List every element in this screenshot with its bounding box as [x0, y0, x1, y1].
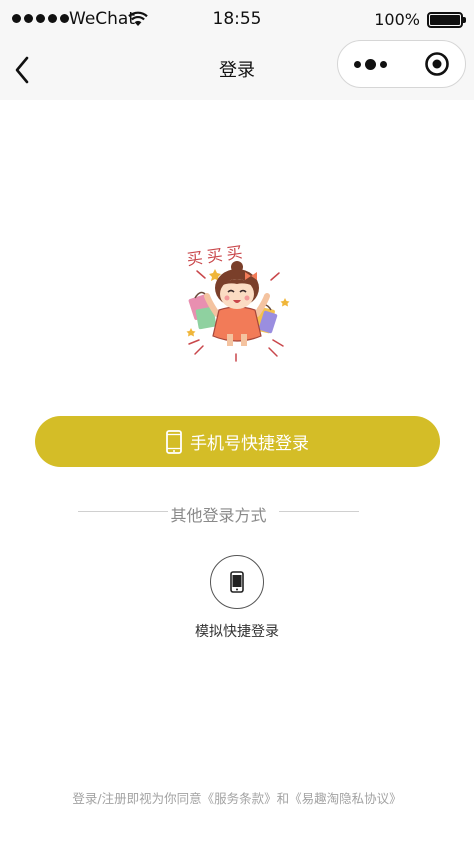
other-login-methods-label: 其他登录方式 [168, 506, 269, 525]
agreement-prefix: 登录/注册即视为你同意 [72, 791, 202, 806]
simulate-login-button[interactable] [210, 555, 264, 609]
privacy-policy-link[interactable]: 《易趣淘隐私协议》 [289, 791, 402, 806]
more-button[interactable] [338, 41, 402, 87]
shopping-girl-illustration: 买买买 [186, 242, 290, 362]
phone-quick-login-label: 手机号快捷登录 [190, 434, 309, 454]
mobile-phone-icon [166, 429, 182, 454]
status-bar: WeChat 18:55 100% [0, 0, 474, 40]
navigation-bar: 登录 [0, 40, 474, 100]
phone-quick-login-button[interactable]: 手机号快捷登录 [35, 416, 440, 467]
battery-percentage: 100% [374, 10, 420, 29]
target-circle-icon [425, 52, 449, 76]
mobile-phone-icon [230, 571, 244, 593]
simulate-login-label: 模拟快捷登录 [195, 624, 279, 640]
terms-of-service-link[interactable]: 《服务条款》 [202, 791, 277, 806]
more-dots-icon [353, 60, 361, 68]
battery-icon [427, 12, 466, 28]
capsule-divider [402, 53, 403, 77]
close-mini-program-button[interactable] [408, 41, 466, 87]
login-screen: WeChat 18:55 100% 登录 买买买 手机号快捷登录 其他登录方式 … [0, 0, 474, 851]
mini-program-capsule [337, 40, 466, 88]
agreement-text: 登录/注册即视为你同意《服务条款》和《易趣淘隐私协议》 [0, 788, 474, 807]
agreement-and: 和 [276, 791, 290, 806]
other-login-divider: 其他登录方式 [78, 500, 359, 525]
